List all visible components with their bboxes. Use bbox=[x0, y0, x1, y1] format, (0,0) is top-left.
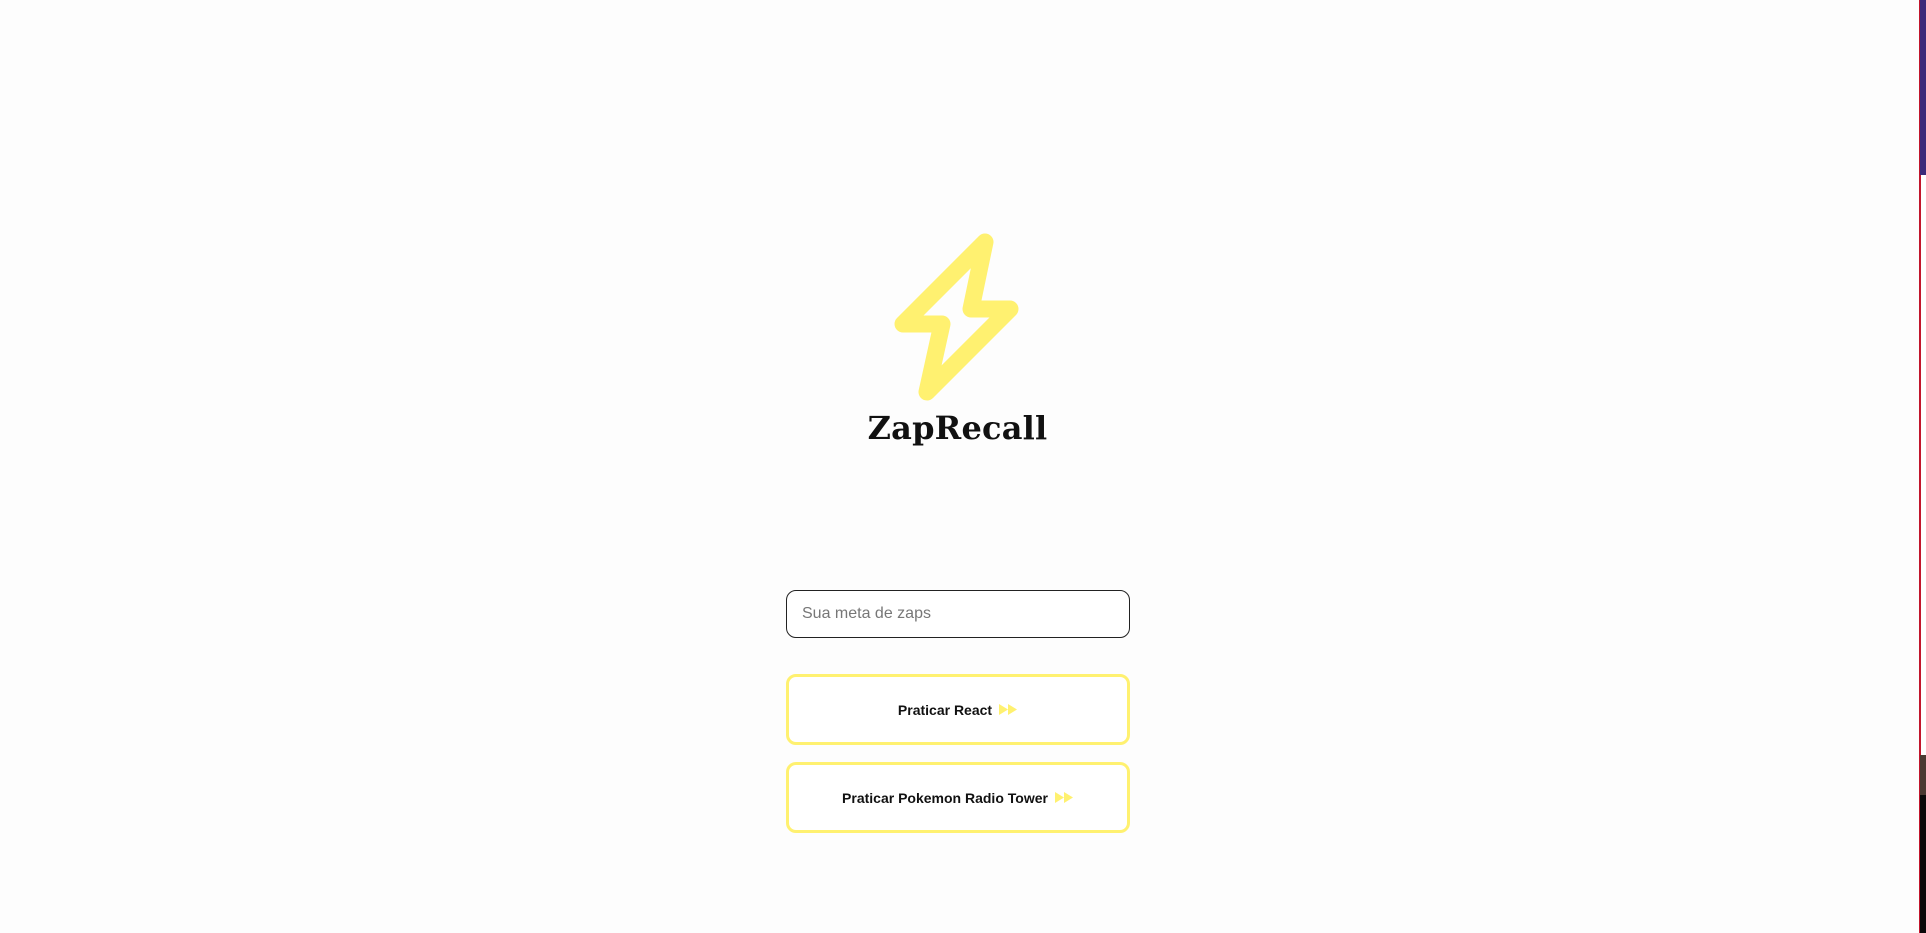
welcome-screen: ZapRecall Praticar React Praticar Pokemo… bbox=[0, 0, 1919, 933]
practice-pokemon-radio-tower-button[interactable]: Praticar Pokemon Radio Tower bbox=[786, 762, 1130, 833]
practice-react-button[interactable]: Praticar React bbox=[786, 674, 1130, 745]
zap-goal-input[interactable] bbox=[786, 590, 1130, 638]
window-edge-block bbox=[1920, 0, 1926, 175]
lightning-bolt-icon bbox=[894, 233, 1019, 401]
play-forward-icon bbox=[998, 704, 1018, 715]
window-edge-block bbox=[1920, 755, 1926, 795]
deck-label: Praticar React bbox=[897, 701, 993, 718]
deck-label: Praticar Pokemon Radio Tower bbox=[842, 789, 1048, 806]
play-forward-icon bbox=[1054, 792, 1074, 803]
window-edge-block bbox=[1920, 795, 1926, 933]
app-title: ZapRecall bbox=[867, 409, 1048, 447]
